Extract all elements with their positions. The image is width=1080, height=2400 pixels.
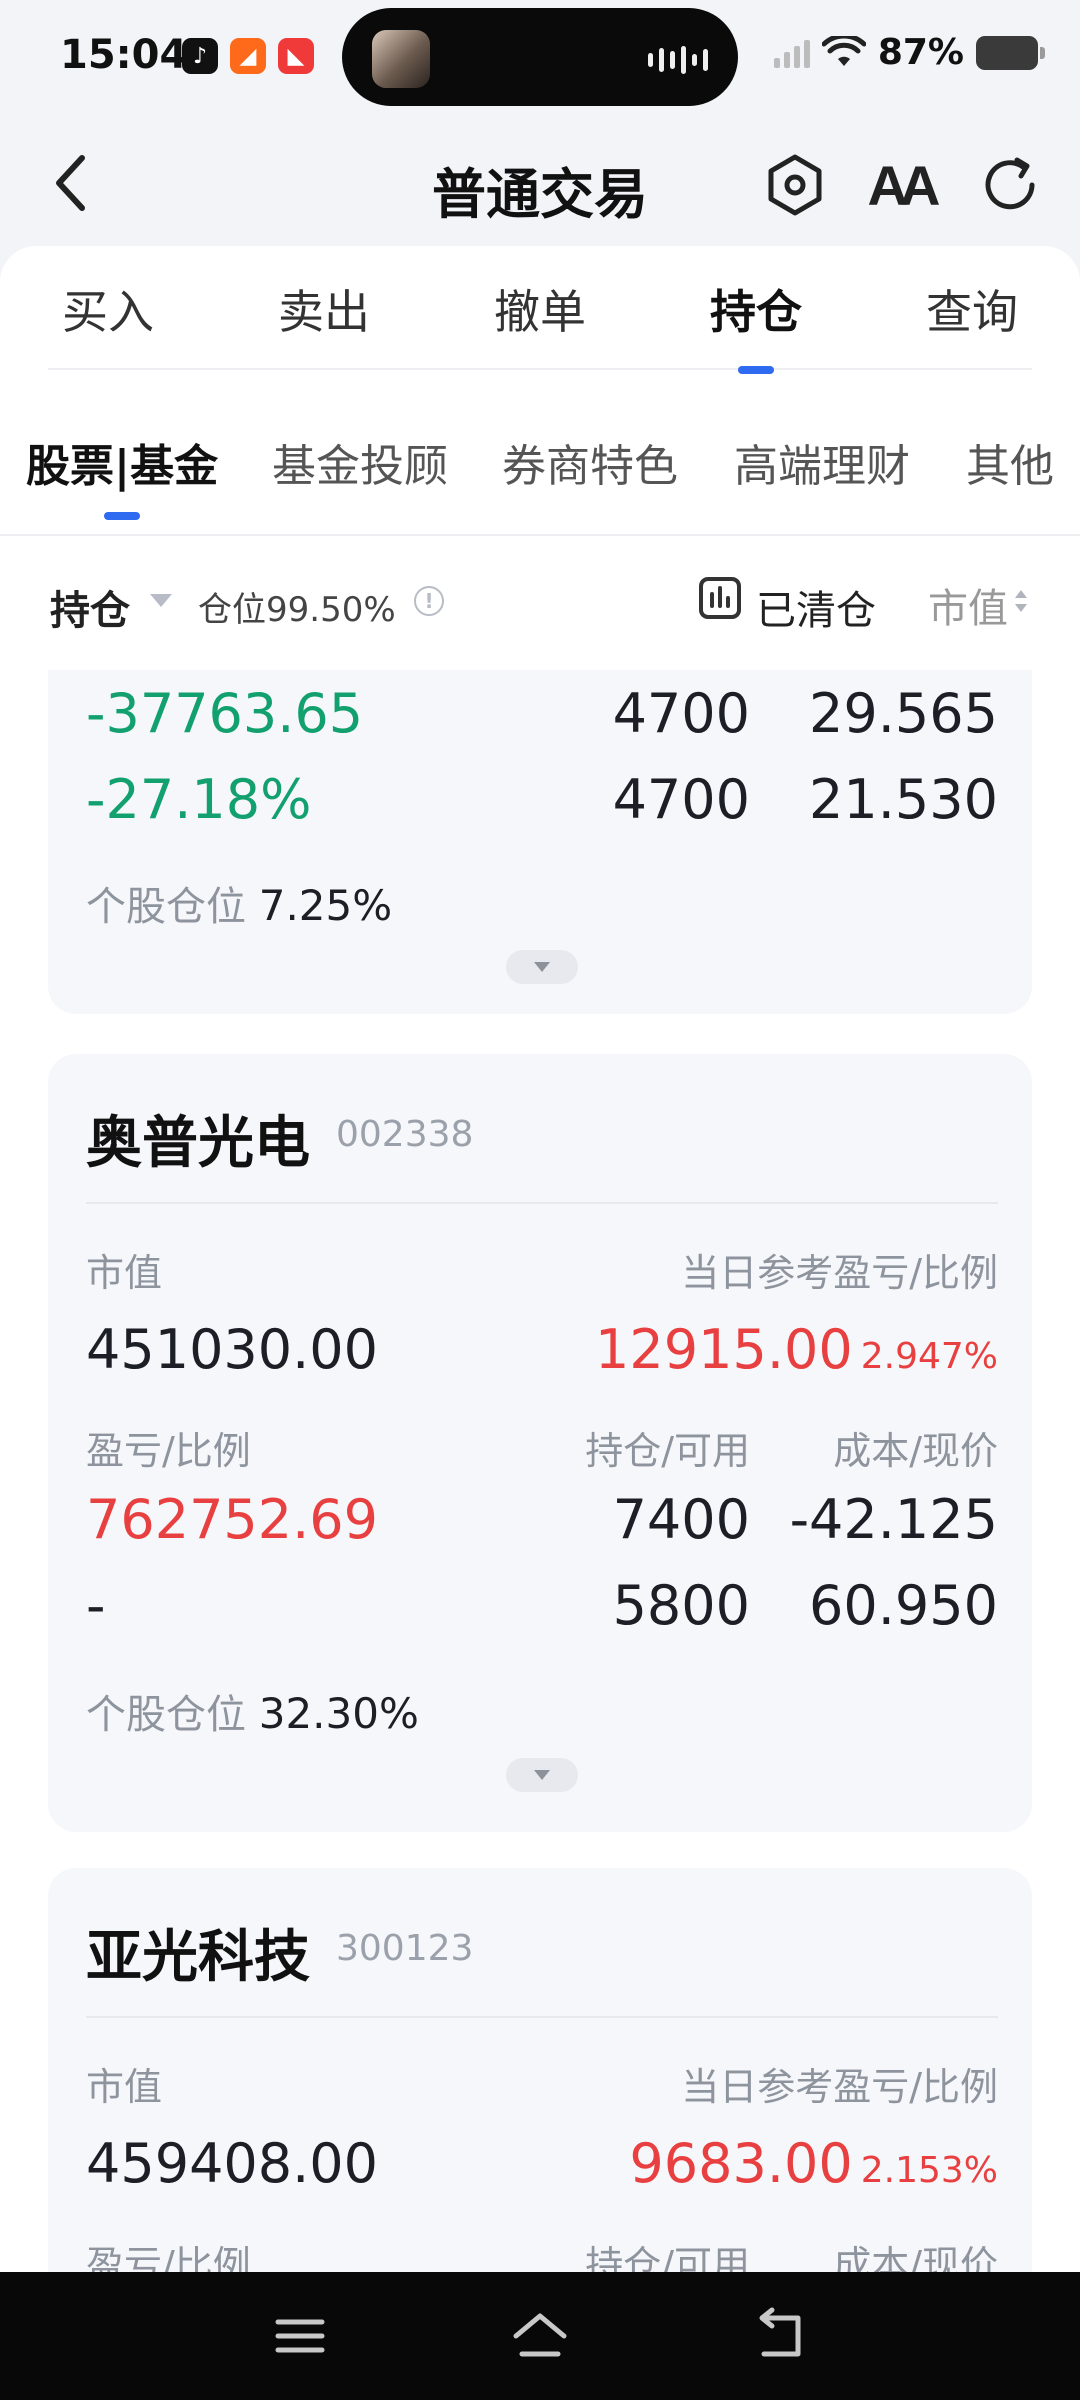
signal-icon — [773, 38, 810, 68]
back-nav-icon[interactable] — [750, 2306, 810, 2366]
sub-tab-indicator — [104, 512, 140, 520]
cost-label: 成本/现价 — [833, 2243, 998, 2272]
available-qty: 4700 — [612, 768, 750, 831]
position-line: 个股仓位 7.25% — [86, 874, 392, 932]
settings-button[interactable] — [760, 150, 830, 220]
available-qty: 5800 — [612, 1574, 750, 1637]
daily-pl-value: 12915.00 — [595, 1318, 853, 1381]
main-tab-indicator — [738, 366, 774, 374]
info-icon[interactable]: ! — [414, 586, 444, 616]
holding-card[interactable]: -37763.65 4700 29.565 -27.18% 4700 21.53… — [48, 670, 1032, 1014]
now-playing-avatar — [372, 30, 430, 88]
main-tab-bar: 买入 卖出 撤单 持仓 查询 — [48, 276, 1032, 370]
expand-button[interactable] — [506, 1758, 578, 1792]
font-size-button[interactable]: AA — [865, 150, 941, 220]
market-value-label: 市值 — [86, 2065, 163, 2109]
current-price: 21.530 — [809, 768, 998, 831]
daily-pl: 9683.00 2.153% — [629, 2132, 998, 2195]
holdings-list[interactable]: -37763.65 4700 29.565 -27.18% 4700 21.53… — [0, 670, 1080, 2272]
pl-value: 762752.69 — [86, 1488, 379, 1551]
nav-header: 普通交易 AA — [0, 120, 1080, 246]
status-bar: 15:04 ♪ ◢ ◣ 87% — [0, 0, 1080, 120]
cleared-positions-button[interactable]: 已清仓 — [756, 578, 876, 636]
dynamic-island[interactable] — [342, 8, 738, 106]
status-indicators: 87% — [773, 32, 1045, 73]
cost-label: 成本/现价 — [833, 1429, 998, 1473]
position-line: 个股仓位 32.30% — [86, 1682, 419, 1740]
daily-pl-value: 9683.00 — [629, 2132, 853, 2195]
wifi-icon — [821, 35, 866, 66]
position-label: 个股仓位 — [86, 1692, 246, 1738]
stock-code: 002338 — [336, 1114, 474, 1155]
subtab-stock-fund[interactable]: 股票|基金 — [26, 430, 218, 494]
refresh-icon — [985, 157, 1035, 210]
hold-label: 持仓/可用 — [585, 1429, 750, 1473]
pl-label: 盈亏/比例 — [86, 2243, 251, 2272]
tab-query[interactable]: 查询 — [926, 276, 1018, 342]
system-nav-bar — [0, 2272, 1080, 2400]
bar-chart-icon[interactable] — [698, 576, 742, 620]
stock-code: 300123 — [336, 1928, 474, 1969]
tabs-panel: 买入 卖出 撤单 持仓 查询 股票|基金 基金投顾 券商特色 高端理财 其他 — [0, 246, 1080, 536]
hexagon-settings-icon — [768, 154, 822, 216]
subtab-premium-wealth[interactable]: 高端理财 — [734, 430, 910, 494]
red-app-icon: ◣ — [278, 38, 314, 74]
expand-button[interactable] — [506, 950, 578, 984]
holding-qty: 7400 — [612, 1488, 750, 1551]
subtab-broker-special[interactable]: 券商特色 — [502, 430, 678, 494]
sort-icon[interactable] — [1013, 588, 1029, 614]
music-app-icon: ♪ — [182, 38, 218, 74]
pl-label: 盈亏/比例 — [86, 1429, 251, 1473]
tab-holdings[interactable]: 持仓 — [710, 276, 802, 342]
notification-icons: ♪ ◢ ◣ — [182, 38, 314, 74]
market-value-label: 市值 — [86, 1251, 163, 1295]
subtab-fund-advisor[interactable]: 基金投顾 — [272, 430, 448, 494]
taobao-app-icon: ◢ — [230, 38, 266, 74]
position-ratio: 仓位99.50% — [198, 590, 396, 630]
battery-percent: 87% — [877, 32, 964, 73]
position-label: 个股仓位 — [86, 884, 246, 930]
stock-name: 亚光科技 — [86, 1925, 310, 1990]
pl-value: -37763.65 — [86, 682, 364, 745]
pl-ratio: - — [86, 1574, 106, 1637]
position-value: 7.25% — [258, 881, 393, 930]
market-value: 459408.00 — [86, 2132, 379, 2195]
menu-icon[interactable] — [270, 2306, 330, 2366]
cost-price: -42.125 — [789, 1488, 998, 1551]
daily-pl-ratio: 2.947% — [860, 1336, 998, 1377]
subtab-other[interactable]: 其他 — [966, 430, 1054, 494]
battery-icon — [976, 35, 1045, 70]
refresh-button[interactable] — [975, 150, 1045, 220]
holdings-filter-bar: 持仓 仓位99.50% ! 已清仓 市值 — [0, 536, 1080, 670]
sub-tab-bar: 股票|基金 基金投顾 券商特色 高端理财 其他 — [0, 430, 1080, 536]
holding-qty: 4700 — [612, 682, 750, 745]
status-time: 15:04 — [60, 32, 188, 78]
market-value: 451030.00 — [86, 1318, 379, 1381]
divider — [86, 2016, 998, 2018]
daily-pl: 12915.00 2.947% — [595, 1318, 998, 1381]
tab-sell[interactable]: 卖出 — [278, 276, 370, 342]
holding-card[interactable]: 亚光科技 300123 市值 当日参考盈亏/比例 459408.00 9683.… — [48, 1868, 1032, 2272]
holding-dropdown[interactable]: 持仓 — [50, 578, 130, 636]
caret-down-icon[interactable] — [150, 594, 172, 607]
daily-pl-label: 当日参考盈亏/比例 — [681, 2065, 998, 2109]
holding-card[interactable]: 奥普光电 002338 市值 当日参考盈亏/比例 451030.00 12915… — [48, 1054, 1032, 1832]
stock-name: 奥普光电 — [86, 1111, 310, 1176]
daily-pl-ratio: 2.153% — [860, 2150, 998, 2191]
home-icon[interactable] — [510, 2306, 570, 2366]
cost-price: 29.565 — [809, 682, 998, 745]
tab-cancel-order[interactable]: 撤单 — [494, 276, 586, 342]
position-value: 32.30% — [258, 1689, 419, 1738]
divider — [86, 1202, 998, 1204]
sort-by-market-value[interactable]: 市值 — [928, 576, 1008, 634]
tab-buy[interactable]: 买入 — [62, 276, 154, 342]
audio-wave-icon — [648, 46, 708, 74]
daily-pl-label: 当日参考盈亏/比例 — [681, 1251, 998, 1295]
pl-ratio: -27.18% — [86, 768, 312, 831]
hold-label: 持仓/可用 — [585, 2243, 750, 2272]
current-price: 60.950 — [809, 1574, 998, 1637]
